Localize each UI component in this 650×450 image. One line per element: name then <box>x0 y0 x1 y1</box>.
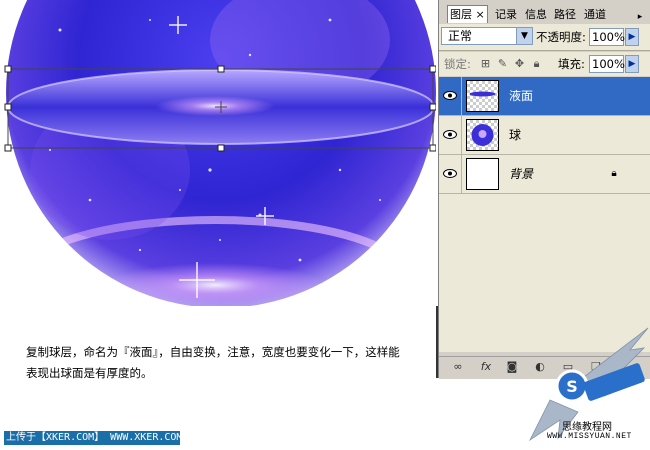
blend-mode-value: 正常 <box>448 29 473 43</box>
lock-label: 锁定: <box>444 57 471 71</box>
eye-icon <box>443 91 457 100</box>
layer-thumbnail <box>466 80 499 112</box>
logo-url: WWW.MISSYUAN.NET <box>547 432 632 441</box>
fx-icon[interactable]: fx <box>479 360 493 374</box>
layers-list: 液面 球 背景 🔒︎ <box>439 77 650 352</box>
layer-name: 球 <box>509 128 522 142</box>
tutorial-caption: 复制球层，命名为『液面』，自由变换，注意，宽度也要变化一下，这样能 表现出球面是… <box>26 342 436 384</box>
lock-all-icon[interactable]: 🔒︎ <box>531 58 542 69</box>
visibility-toggle[interactable] <box>439 116 462 154</box>
fill-slider-arrow-icon[interactable]: ▶ <box>625 55 639 73</box>
caption-line-2: 表现出球面是有厚度的。 <box>26 366 153 380</box>
credit-text: 上传于【XKER.COM】 WWW.XKER.COM <box>6 432 183 443</box>
logo-text: 思缘教程网 <box>562 422 612 433</box>
tab-layers-label: 图层 <box>450 8 472 21</box>
layer-row-ball[interactable]: 球 <box>439 116 650 155</box>
eye-icon <box>443 169 457 178</box>
tab-channels[interactable]: 通道 <box>582 6 608 23</box>
lock-transparency-icon[interactable]: ⊞ <box>480 58 491 69</box>
layer-row-liquid[interactable]: 液面 <box>439 77 650 116</box>
upload-credit: 上传于【XKER.COM】 WWW.XKER.COM <box>4 431 182 445</box>
svg-text:S: S <box>566 377 578 396</box>
tab-layers[interactable]: 图层 × <box>447 5 488 23</box>
lock-icon: 🔒︎ <box>611 168 617 179</box>
opacity-slider-arrow-icon[interactable]: ▶ <box>625 28 639 46</box>
layer-thumbnail <box>466 119 499 151</box>
blend-options-row: 正常 ▼ 不透明度: 100% ▶ <box>439 24 650 51</box>
opacity-label: 不透明度: <box>536 30 586 44</box>
layer-name: 液面 <box>509 89 534 103</box>
lock-image-icon[interactable]: ✎ <box>497 58 508 69</box>
visibility-toggle[interactable] <box>439 155 462 193</box>
tab-history[interactable]: 记录 <box>493 6 519 23</box>
sphere-artwork <box>4 0 436 306</box>
layer-row-background[interactable]: 背景 🔒︎ <box>439 155 650 194</box>
fill-input[interactable]: 100% <box>589 55 625 73</box>
mask-icon[interactable]: ◙ <box>505 360 519 374</box>
panel-menu-icon[interactable]: ▸ <box>633 11 647 23</box>
opacity-input[interactable]: 100% <box>589 28 625 46</box>
panel-tabs: 图层 × 记录 信息 路径 通道 ▸ <box>439 4 650 24</box>
eye-icon <box>443 130 457 139</box>
link-icon[interactable]: ∞ <box>451 360 465 374</box>
layer-name: 背景 <box>509 167 534 181</box>
visibility-toggle[interactable] <box>439 77 462 115</box>
chevron-down-icon[interactable]: ▼ <box>516 28 532 44</box>
lock-position-icon[interactable]: ✥ <box>514 58 525 69</box>
close-icon[interactable]: × <box>476 8 485 21</box>
tab-paths[interactable]: 路径 <box>552 6 578 23</box>
document-canvas[interactable] <box>0 0 436 306</box>
fill-label: 填充: <box>558 57 585 71</box>
tab-info[interactable]: 信息 <box>523 6 549 23</box>
blend-mode-select[interactable]: 正常 ▼ <box>441 27 533 45</box>
lock-options-row: 锁定: ⊞ ✎ ✥ 🔒︎ 填充: 100% ▶ <box>439 52 650 76</box>
layer-thumbnail <box>466 158 499 190</box>
caption-line-1: 复制球层，命名为『液面』，自由变换，注意，宽度也要变化一下，这样能 <box>26 345 400 359</box>
